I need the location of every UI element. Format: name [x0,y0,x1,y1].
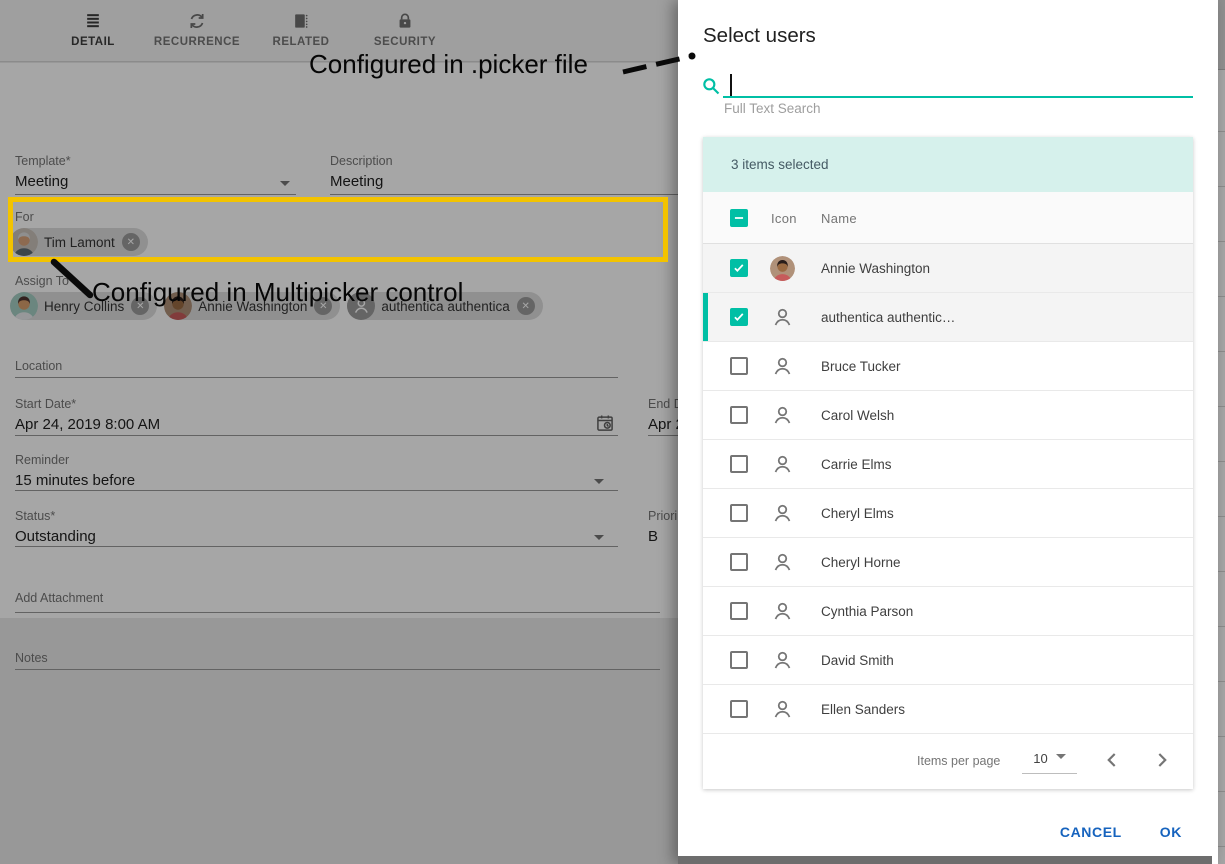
user-avatar [770,354,795,379]
user-name: Annie Washington [821,261,930,276]
users-table: 3 items selected Icon Name Annie Washing… [703,137,1193,789]
row-checkbox[interactable] [730,700,748,718]
search-input[interactable] [733,72,1173,96]
user-avatar [770,403,795,428]
table-header: Icon Name [703,192,1193,244]
user-avatar [770,256,795,281]
highlight-box [8,197,668,262]
user-name: David Smith [821,653,894,668]
dialog-title: Select users [703,24,816,48]
row-checkbox[interactable] [730,651,748,669]
row-checkbox[interactable] [730,406,748,424]
select-all-checkbox[interactable] [730,209,748,227]
user-avatar [770,648,795,673]
table-row[interactable]: Carrie Elms [703,440,1193,489]
table-row[interactable]: Annie Washington [703,244,1193,293]
user-avatar [770,305,795,330]
select-users-dialog: Select users Full Text Search 3 items se… [678,0,1218,864]
row-checkbox[interactable] [730,602,748,620]
items-per-page-label: Items per page [917,754,1000,768]
multipicker-annotation: Configured in Multipicker control [92,277,463,308]
chevron-down-icon [1056,754,1066,762]
picker-annotation: Configured in .picker file [309,49,588,80]
row-checkbox[interactable] [730,504,748,522]
ok-button[interactable]: OK [1160,824,1182,840]
photo-annie [770,256,795,281]
user-name: Ellen Sanders [821,702,905,717]
user-name: Carrie Elms [821,457,892,472]
user-avatar [770,501,795,526]
table-row[interactable]: Bruce Tucker [703,342,1193,391]
horizontal-scrollbar[interactable] [678,856,1212,864]
user-avatar [770,599,795,624]
user-name: Cynthia Parson [821,604,913,619]
row-checkbox[interactable] [730,553,748,571]
paginator: Items per page 10 [703,734,1193,789]
text-cursor [730,74,732,96]
user-name: Carol Welsh [821,408,894,423]
user-name: Bruce Tucker [821,359,901,374]
table-row[interactable]: David Smith [703,636,1193,685]
row-checkbox[interactable] [730,259,748,277]
user-avatar [770,550,795,575]
user-name: Cheryl Horne [821,555,901,570]
previous-page-button[interactable] [1099,747,1125,773]
row-checkbox[interactable] [730,357,748,375]
row-checkbox[interactable] [730,308,748,326]
table-body: Annie Washington authentica authentic… B… [703,244,1193,734]
table-row[interactable]: Carol Welsh [703,391,1193,440]
table-row[interactable]: Cheryl Horne [703,538,1193,587]
selection-banner: 3 items selected [703,137,1193,192]
dialog-actions: CANCEL OK [1060,824,1182,840]
column-header-name: Name [821,211,857,226]
next-page-button[interactable] [1149,747,1175,773]
column-header-icon: Icon [771,211,797,226]
table-row[interactable]: Ellen Sanders [703,685,1193,734]
search-icon [701,76,721,96]
table-row[interactable]: authentica authentic… [703,293,1193,342]
row-checkbox[interactable] [730,455,748,473]
table-row[interactable]: Cynthia Parson [703,587,1193,636]
user-name: Cheryl Elms [821,506,894,521]
search-hint-label: Full Text Search [724,101,821,116]
user-name: authentica authentic… [821,310,955,325]
user-avatar [770,697,795,722]
table-row[interactable]: Cheryl Elms [703,489,1193,538]
page-size-select[interactable]: 10 [1022,748,1077,774]
user-avatar [770,452,795,477]
cancel-button[interactable]: CANCEL [1060,824,1122,840]
